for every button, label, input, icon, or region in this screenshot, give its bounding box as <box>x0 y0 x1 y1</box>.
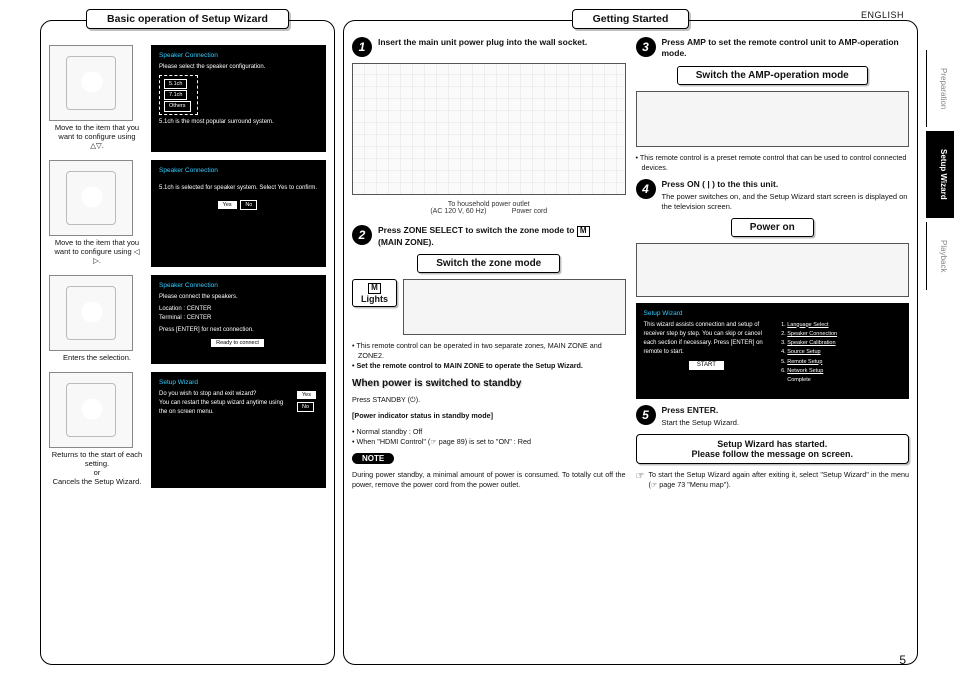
step-3-badge: 3 <box>636 37 656 57</box>
wiz-title: Setup Wizard <box>644 309 902 319</box>
pind-heading: [Power indicator status in standby mode] <box>352 411 626 421</box>
bb2-yes: Yes <box>218 201 237 209</box>
bb2-title: Speaker Connection <box>159 166 318 176</box>
remote-power-diagram <box>636 243 910 297</box>
started-2: Please follow the message on screen. <box>643 449 903 459</box>
pind-1: Normal standby : Off <box>352 427 626 437</box>
panel-title-getting-started: Getting Started <box>572 9 690 29</box>
page-number: 5 <box>899 653 906 667</box>
wiz-complete: Complete <box>775 376 901 384</box>
bb3-loc: Location : CENTER <box>159 305 318 314</box>
bb4-yes: Yes <box>297 391 316 399</box>
screen-setup-wizard: Setup Wizard This wizard assists connect… <box>636 303 910 399</box>
bb2-line: 5.1ch is selected for speaker system. Se… <box>159 184 318 193</box>
fig1-c1: To household power outlet <box>448 201 530 208</box>
step-2-text: Press ZONE SELECT to switch the zone mod… <box>378 225 590 248</box>
getting-started-col-b: 3 Press AMP to set the remote control un… <box>636 37 910 490</box>
row-3: Enters the selection. Speaker Connection… <box>49 275 326 364</box>
opt-71: 7.1ch <box>164 90 187 100</box>
bb1-line: Please select the speaker configuration. <box>159 63 318 72</box>
bb3-l1: Please connect the speakers. <box>159 293 318 302</box>
zone-note-2: Set the remote control to MAIN ZONE to o… <box>352 361 626 371</box>
fig1-c3: Power cord <box>512 208 547 215</box>
zone-m-icon: M <box>577 226 590 237</box>
content-area: Basic operation of Setup Wizard Move to … <box>0 0 926 675</box>
wizard-started-box: Setup Wizard has started. Please follow … <box>636 434 910 464</box>
remote-diagram-1 <box>49 45 133 121</box>
heading-amp-mode: Switch the AMP-operation mode <box>677 66 868 85</box>
preset-note: This remote control is a preset remote c… <box>636 153 910 173</box>
heading-power-on: Power on <box>731 218 814 237</box>
screen-exit-wizard: Setup Wizard Do you wish to stop and exi… <box>151 372 326 488</box>
bb4-l1: Do you wish to stop and exit wizard? You… <box>159 390 291 417</box>
standby-line: Press STANDBY (⏻). <box>352 395 626 405</box>
remote-diagram-3 <box>49 275 133 351</box>
lights-m-icon: M <box>368 283 381 294</box>
wiz-text: This wizard assists connection and setup… <box>644 321 770 357</box>
caption-2: Move to the item that you want to config… <box>49 236 145 267</box>
screen-connect-speakers: Speaker Connection Please connect the sp… <box>151 275 326 364</box>
panel-title-basic: Basic operation of Setup Wizard <box>86 9 289 29</box>
hand-icon: ☞ <box>636 470 645 484</box>
step-4-sub: The power switches on, and the Setup Wiz… <box>662 192 910 212</box>
remote-diagram-2 <box>49 160 133 236</box>
bb4-title: Setup Wizard <box>159 378 318 388</box>
tab-preparation[interactable]: Preparation <box>926 50 954 127</box>
screen-confirm-51: Speaker Connection 5.1ch is selected for… <box>151 160 326 267</box>
lights-label: Lights <box>361 294 388 304</box>
bb3-term: Terminal : CENTER <box>159 314 318 323</box>
zone-note-1: This remote control can be operated in t… <box>352 341 626 361</box>
caption-1: Move to the item that you want to config… <box>49 121 145 152</box>
bb2-no: No <box>240 200 257 210</box>
pind-2: When "HDMI Control" (☞ page 89) is set t… <box>352 437 626 447</box>
row-4: Returns to the start of each setting. or… <box>49 372 326 488</box>
bb3-enter: Press [ENTER] for next connection. <box>159 326 318 335</box>
panel-basic-operation: Basic operation of Setup Wizard Move to … <box>40 20 335 665</box>
caption-3: Enters the selection. <box>49 351 145 364</box>
heading-zone-mode: Switch the zone mode <box>417 254 560 273</box>
fig1-caption: To household power outlet (AC 120 V, 60 … <box>352 201 626 215</box>
remote-amp-diagram <box>636 91 910 147</box>
page: ENGLISH Basic operation of Setup Wizard … <box>0 0 954 675</box>
wiz-start: START <box>689 361 724 370</box>
remote-diagram-4 <box>49 372 133 448</box>
bb3-title: Speaker Connection <box>159 281 318 291</box>
rear-panel-diagram <box>352 63 626 195</box>
step-3-text: Press AMP to set the remote control unit… <box>662 37 910 60</box>
screen-speaker-select: Speaker Connection Please select the spe… <box>151 45 326 152</box>
note-badge: NOTE <box>352 453 394 464</box>
step-5-badge: 5 <box>636 405 656 425</box>
opt-51: 5.1ch <box>164 79 187 89</box>
step-2-badge: 2 <box>352 225 372 245</box>
restart-tip: To start the Setup Wizard again after ex… <box>648 470 909 490</box>
step-5-sub: Start the Setup Wizard. <box>662 418 740 428</box>
remote-zone-diagram <box>403 279 626 335</box>
caption-4: Returns to the start of each setting. or… <box>49 448 145 488</box>
step-4-text: Press ON ( | ) to the this unit. The pow… <box>662 179 910 212</box>
bb4-no: No <box>297 402 314 412</box>
standby-heading: When power is switched to standby <box>352 378 626 389</box>
row-2: Move to the item that you want to config… <box>49 160 326 267</box>
note-text: During power standby, a minimal amount o… <box>352 470 626 490</box>
row-1: Move to the item that you want to config… <box>49 45 326 152</box>
step-1-text: Insert the main unit power plug into the… <box>378 37 587 48</box>
wiz-list: Language Select Speaker Connection Speak… <box>775 321 901 376</box>
bb3-ready: Ready to connect <box>211 339 264 347</box>
started-1: Setup Wizard has started. <box>643 439 903 449</box>
step-4-badge: 4 <box>636 179 656 199</box>
tab-playback[interactable]: Playback <box>926 222 954 290</box>
step-1-badge: 1 <box>352 37 372 57</box>
bb1-foot: 5.1ch is the most popular surround syste… <box>159 118 318 127</box>
fig1-c2: (AC 120 V, 60 Hz) <box>430 208 486 215</box>
bb1-title: Speaker Connection <box>159 51 318 61</box>
side-tabs: Preparation Setup Wizard Playback <box>926 0 954 675</box>
tab-setup-wizard[interactable]: Setup Wizard <box>926 131 954 218</box>
lights-box: M Lights <box>352 279 397 307</box>
opt-oth: Others <box>164 101 191 111</box>
step-5-text: Press ENTER. Start the Setup Wizard. <box>662 405 740 428</box>
getting-started-col-a: 1 Insert the main unit power plug into t… <box>352 37 626 490</box>
panel-getting-started: Getting Started 1 Insert the main unit p… <box>343 20 918 665</box>
